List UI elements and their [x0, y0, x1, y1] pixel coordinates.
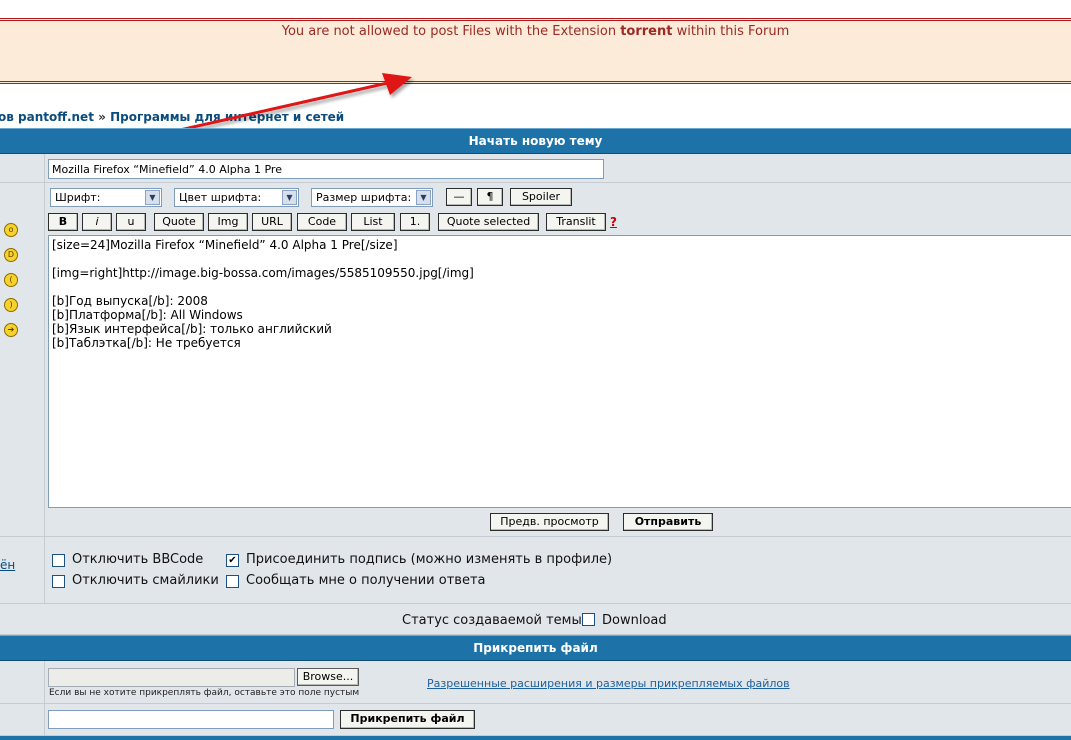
- translit-button[interactable]: Translit: [546, 213, 606, 231]
- select-arrow-icon: ▼: [416, 190, 431, 205]
- status-label: Статус создаваемой темы:: [402, 613, 587, 628]
- message-textarea[interactable]: [size=24]Mozilla Firefox “Minefield” 4.0…: [48, 235, 1071, 508]
- bold-button[interactable]: B: [48, 213, 78, 231]
- spoiler-button[interactable]: Spoiler: [510, 188, 572, 206]
- disable-smilies-checkbox[interactable]: [52, 575, 65, 588]
- font-select-label: Шрифт:: [55, 191, 101, 204]
- font-select[interactable]: Шрифт: ▼: [50, 188, 162, 207]
- smiley-sad-icon[interactable]: (: [4, 273, 18, 287]
- new-topic-header: Начать новую тему: [0, 128, 1071, 154]
- breadcrumb-separator: »: [98, 110, 106, 124]
- disable-smilies-label: Отключить смайлики: [72, 573, 219, 588]
- color-select[interactable]: Цвет шрифта: ▼: [174, 188, 299, 207]
- select-arrow-icon: ▼: [145, 190, 160, 205]
- quote-selected-button[interactable]: Quote selected: [438, 213, 539, 231]
- top-rule: [0, 0, 1071, 18]
- breadcrumb-forum-link[interactable]: ов pantoff.net: [0, 110, 94, 124]
- paragraph-button[interactable]: ¶: [477, 188, 503, 206]
- hr-button[interactable]: —: [446, 188, 472, 206]
- underline-button[interactable]: u: [116, 213, 146, 231]
- img-button[interactable]: Img: [208, 213, 248, 231]
- error-message: You are not allowed to post Files with t…: [0, 24, 1071, 39]
- disable-bbcode-checkbox[interactable]: [52, 554, 65, 567]
- attach-signature-checkbox[interactable]: ✔: [226, 554, 239, 567]
- download-checkbox[interactable]: [582, 613, 595, 626]
- attach-header: Прикрепить файл: [0, 635, 1071, 661]
- allowed-extensions-link[interactable]: Разрешенные расширения и размеры прикреп…: [427, 677, 790, 690]
- error-text-before: You are not allowed to post Files with t…: [281, 24, 621, 39]
- code-button[interactable]: Code: [297, 213, 347, 231]
- footer-bar: [0, 736, 1071, 740]
- size-select-label: Размер шрифта:: [316, 191, 412, 204]
- file-path-input[interactable]: [48, 668, 295, 687]
- url-button[interactable]: URL: [252, 213, 292, 231]
- smiley-arrow-icon[interactable]: ➔: [4, 323, 18, 337]
- options-left-link[interactable]: ён: [0, 558, 15, 572]
- italic-button[interactable]: i: [82, 213, 112, 231]
- smiley-smile-icon[interactable]: ): [4, 298, 18, 312]
- browse-button[interactable]: Browse...: [297, 668, 359, 686]
- color-select-label: Цвет шрифта:: [179, 191, 262, 204]
- download-label: Download: [602, 613, 667, 628]
- subject-input[interactable]: [48, 159, 604, 179]
- select-arrow-icon: ▼: [282, 190, 297, 205]
- preview-button[interactable]: Предв. просмотр: [490, 513, 609, 531]
- submit-button[interactable]: Отправить: [623, 513, 713, 531]
- list-button[interactable]: List: [351, 213, 395, 231]
- error-extension: torrent: [620, 24, 673, 39]
- attach-hint: Если вы не хотите прикреплять файл, оста…: [49, 688, 360, 698]
- quote-button[interactable]: Quote: [154, 213, 204, 231]
- smiley-laugh-icon[interactable]: D: [4, 248, 18, 262]
- attach-file-button[interactable]: Прикрепить файл: [340, 710, 475, 729]
- error-text-after: within this Forum: [672, 24, 790, 39]
- size-select[interactable]: Размер шрифта: ▼: [311, 188, 433, 207]
- smiley-surprised-icon[interactable]: o: [4, 223, 18, 237]
- attach-comment-input[interactable]: [48, 710, 334, 729]
- notify-reply-checkbox[interactable]: [226, 575, 239, 588]
- bbcode-help-link[interactable]: ?: [610, 215, 617, 229]
- notify-reply-label: Сообщать мне о получении ответа: [246, 573, 486, 588]
- disable-bbcode-label: Отключить BBCode: [72, 552, 204, 567]
- numbered-list-button[interactable]: 1.: [400, 213, 430, 231]
- options-cell: [44, 537, 1071, 604]
- checkmark-icon: ✔: [228, 555, 237, 566]
- attach-signature-label: Присоединить подпись (можно изменять в п…: [246, 552, 613, 567]
